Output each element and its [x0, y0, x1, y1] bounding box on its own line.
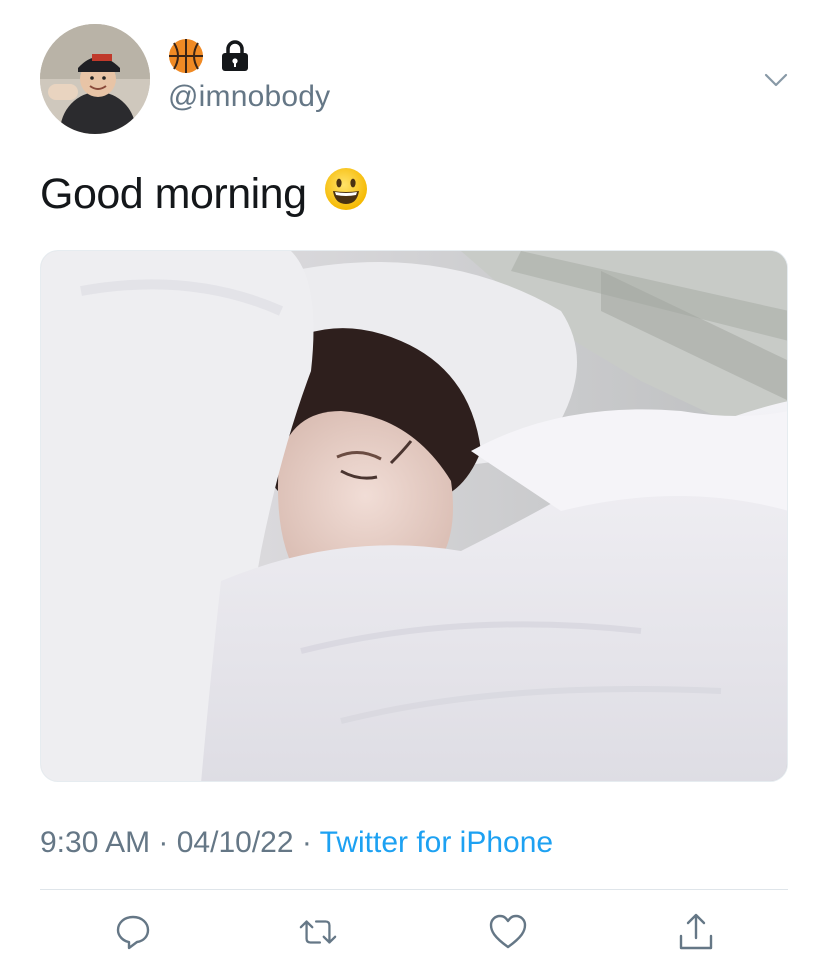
lock-icon — [220, 39, 250, 77]
share-icon[interactable] — [676, 912, 716, 952]
smiling-face-icon — [323, 166, 369, 223]
tweet-text-content: Good morning — [40, 170, 307, 218]
tweet-card: @imnobody Good morning 9:30 AM · 04/10/2… — [0, 0, 828, 978]
tweet-meta: 9:30 AM · 04/10/22 · Twitter for iPhone — [40, 826, 553, 860]
meta-separator: · — [293, 826, 320, 859]
tweet-date: 04/10/22 — [176, 826, 294, 859]
retweet-icon[interactable] — [298, 912, 338, 952]
tweet-text: Good morning — [40, 166, 369, 223]
tweet-media-image[interactable] — [40, 250, 788, 782]
basketball-icon — [168, 38, 204, 79]
like-icon[interactable] — [488, 912, 528, 952]
divider — [40, 889, 788, 890]
tweet-time: 9:30 AM — [40, 826, 151, 859]
user-handle[interactable]: @imnobody — [168, 80, 330, 114]
chevron-down-icon[interactable] — [760, 64, 792, 96]
avatar[interactable] — [40, 24, 150, 134]
display-name-row — [168, 38, 250, 79]
reply-icon[interactable] — [113, 912, 153, 952]
meta-separator: · — [150, 826, 177, 859]
tweet-source-link[interactable]: Twitter for iPhone — [320, 826, 553, 859]
